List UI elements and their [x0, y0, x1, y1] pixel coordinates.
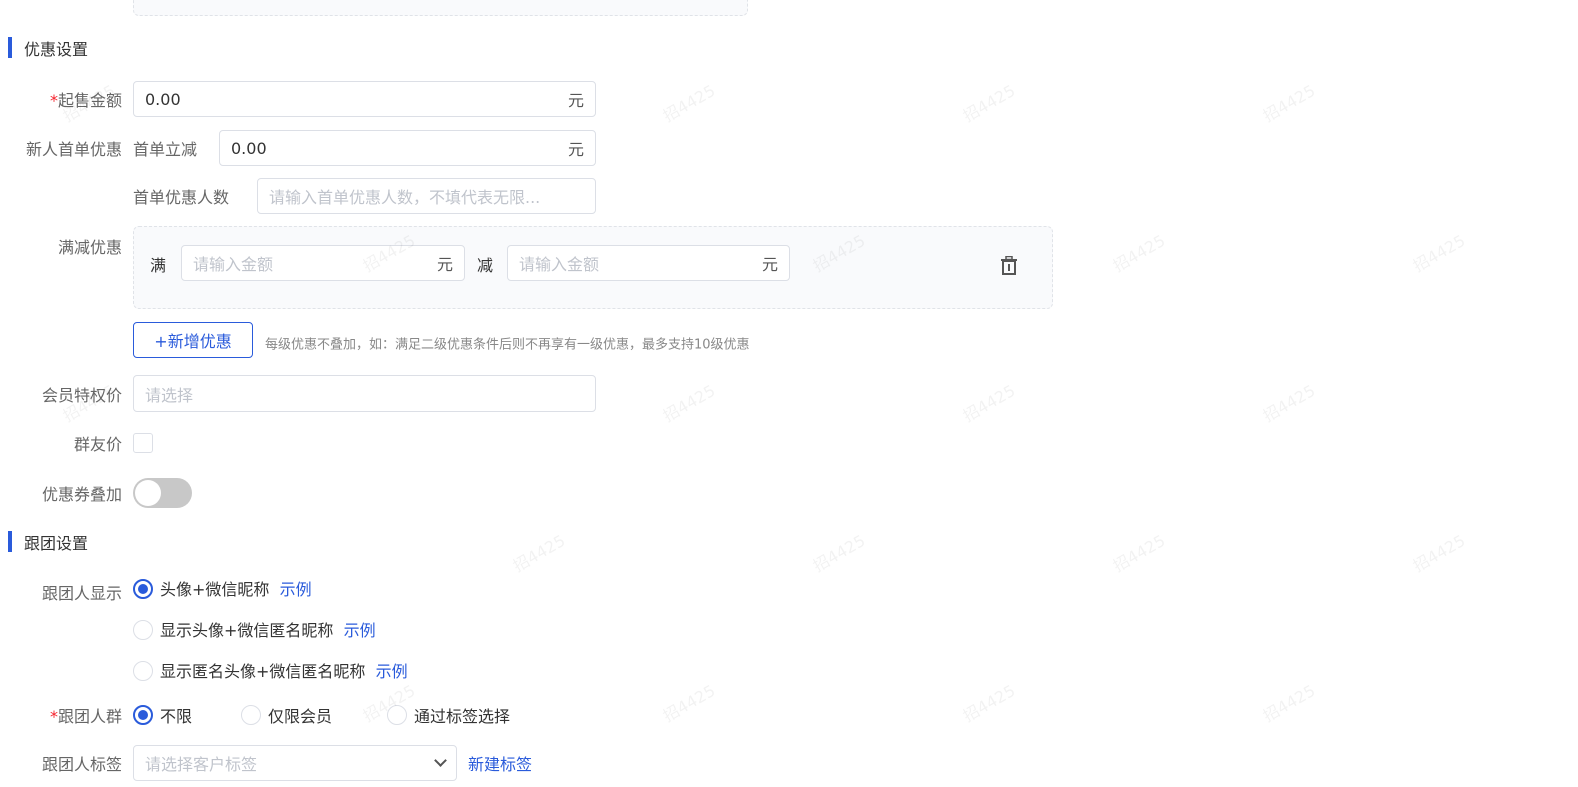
- watermark: 招4425: [1109, 230, 1169, 276]
- trash-icon[interactable]: [1000, 256, 1018, 276]
- crowd-label: *跟团人群: [49, 707, 122, 726]
- display-option-1[interactable]: 头像+微信昵称 示例: [160, 576, 312, 600]
- tags-select[interactable]: 请选择客户标签: [133, 745, 457, 781]
- example-link[interactable]: 示例: [344, 621, 376, 640]
- new-tag-link[interactable]: 新建标签: [468, 751, 532, 775]
- chevron-down-icon: [434, 754, 447, 767]
- reduce-label: 减: [477, 256, 494, 275]
- crowd-option-1[interactable]: 不限: [160, 703, 192, 727]
- watermark: 招4425: [959, 380, 1019, 426]
- member-price-label: 会员特权价: [41, 386, 122, 405]
- display-option-3[interactable]: 显示匿名头像+微信匿名昵称 示例: [160, 658, 408, 682]
- watermark: 招4425: [1409, 230, 1469, 276]
- watermark: 招4425: [659, 680, 719, 726]
- full-amount-input[interactable]: 请输入金额元: [181, 245, 465, 281]
- full-label: 满: [150, 256, 167, 275]
- first-order-count-label: 首单优惠人数: [133, 188, 230, 207]
- watermark: 招4425: [959, 680, 1019, 726]
- section-title-discount: 优惠设置: [24, 40, 89, 59]
- watermark: 招4425: [809, 530, 869, 576]
- crowd-option-2[interactable]: 仅限会员: [268, 703, 332, 727]
- group-price-label: 群友价: [73, 435, 122, 454]
- watermark: 招4425: [1259, 680, 1319, 726]
- section-title-group: 跟团设置: [24, 534, 89, 553]
- display-radio-1[interactable]: [133, 579, 153, 599]
- coupon-stack-switch[interactable]: [133, 478, 192, 508]
- min-amount-input[interactable]: 0.00 元: [133, 81, 596, 117]
- add-discount-button[interactable]: +新增优惠: [133, 322, 253, 358]
- first-order-count-input[interactable]: 请输入首单优惠人数，不填代表无限...: [257, 178, 596, 214]
- tags-label: 跟团人标签: [41, 755, 122, 774]
- watermark: 招4425: [659, 380, 719, 426]
- discount-hint: 每级优惠不叠加，如：满足二级优惠条件后则不再享有一级优惠，最多支持10级优惠: [265, 337, 750, 353]
- display-radio-3[interactable]: [133, 661, 153, 681]
- group-price-checkbox[interactable]: [133, 433, 153, 453]
- display-label: 跟团人显示: [41, 584, 122, 603]
- watermark: 招4425: [659, 80, 719, 126]
- previous-section-box: [133, 0, 748, 16]
- section-marker: [8, 37, 12, 58]
- watermark: 招4425: [1409, 530, 1469, 576]
- crowd-option-3[interactable]: 通过标签选择: [414, 703, 510, 727]
- member-price-select[interactable]: 请选择: [133, 375, 596, 412]
- watermark: 招4425: [509, 530, 569, 576]
- watermark: 招4425: [959, 80, 1019, 126]
- new-user-label: 新人首单优惠: [25, 140, 122, 159]
- instant-discount-label: 首单立减: [133, 140, 198, 159]
- example-link[interactable]: 示例: [376, 662, 408, 681]
- watermark: 招4425: [1259, 80, 1319, 126]
- reduce-amount-input[interactable]: 请输入金额元: [507, 245, 790, 281]
- display-radio-2[interactable]: [133, 620, 153, 640]
- example-link[interactable]: 示例: [280, 580, 312, 599]
- section-marker: [8, 531, 12, 552]
- crowd-radio-2[interactable]: [241, 705, 261, 725]
- full-reduction-label: 满减优惠: [57, 238, 122, 257]
- watermark: 招4425: [1259, 380, 1319, 426]
- crowd-radio-1[interactable]: [133, 705, 153, 725]
- crowd-radio-3[interactable]: [387, 705, 407, 725]
- instant-discount-input[interactable]: 0.00 元: [219, 130, 596, 166]
- display-option-2[interactable]: 显示头像+微信匿名昵称 示例: [160, 617, 376, 641]
- coupon-stack-label: 优惠券叠加: [41, 485, 122, 504]
- min-amount-label: *起售金额: [49, 91, 122, 110]
- watermark: 招4425: [1109, 530, 1169, 576]
